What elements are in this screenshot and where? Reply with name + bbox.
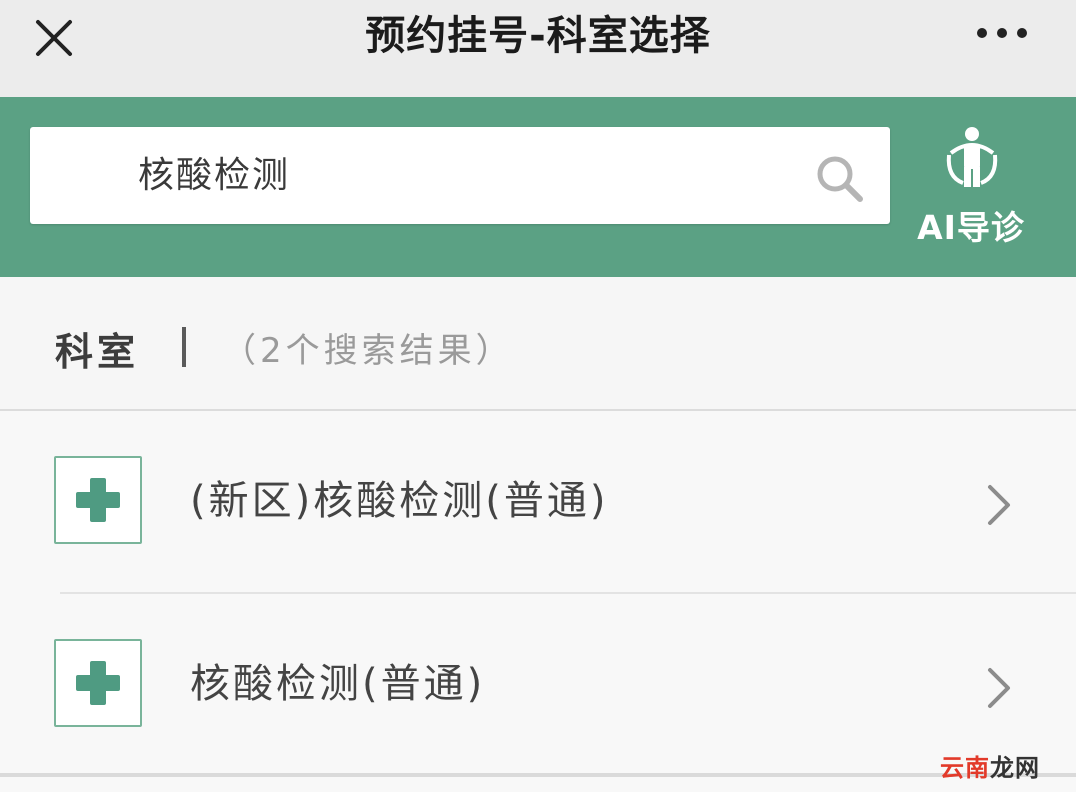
ai-guide-button[interactable]: AI导诊 [906, 117, 1036, 257]
search-band: 核酸检测 AI导诊 [0, 97, 1076, 277]
more-icon[interactable] [972, 18, 1032, 48]
list-item[interactable]: (新区)核酸检测(普通) [0, 411, 1076, 594]
search-input-value: 核酸检测 [138, 155, 291, 196]
ai-guide-label: AI导诊 [917, 208, 1025, 247]
screen: 预约挂号-科室选择 核酸检测 AI导诊 科室 （2个搜索结果） (新区)核酸检测… [0, 0, 1076, 792]
top-navbar: 预约挂号-科室选择 [0, 0, 1076, 97]
section-title: 科室 [55, 330, 140, 374]
search-input[interactable]: 核酸检测 [30, 127, 890, 224]
watermark-part-1: 云南 [940, 754, 990, 782]
result-count: （2个搜索结果） [222, 331, 514, 371]
divider [0, 773, 1076, 777]
chevron-right-icon [984, 481, 1014, 529]
medical-cross-icon [54, 456, 142, 544]
watermark-part-2: 龙网 [990, 754, 1040, 782]
department-name: (新区)核酸检测(普通) [190, 478, 609, 524]
medical-cross-icon [54, 639, 142, 727]
watermark: 云南龙网 [940, 748, 1040, 783]
section-separator [182, 327, 186, 367]
search-icon[interactable] [812, 151, 868, 207]
department-name: 核酸检测(普通) [190, 661, 486, 707]
person-guide-icon [939, 125, 1005, 191]
page-title: 预约挂号-科室选择 [365, 13, 711, 59]
list-item[interactable]: 核酸检测(普通) [0, 594, 1076, 776]
results-header: 科室 （2个搜索结果） [0, 277, 1076, 411]
department-list: (新区)核酸检测(普通) 核酸检测(普通) [0, 411, 1076, 792]
chevron-right-icon [984, 664, 1014, 712]
